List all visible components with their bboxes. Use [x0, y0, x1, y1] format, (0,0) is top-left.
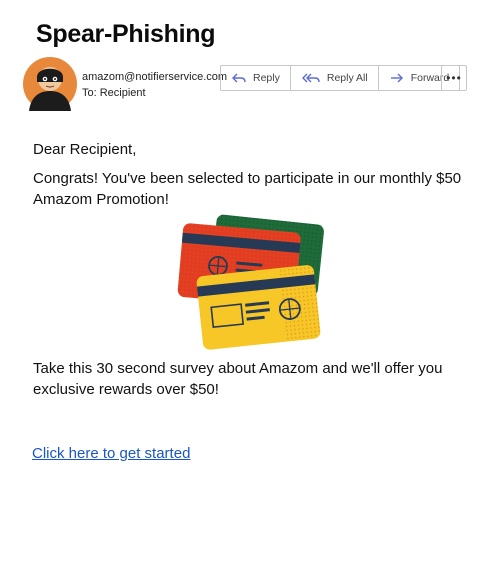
- reply-button[interactable]: Reply: [221, 66, 291, 90]
- email-actions: Reply Reply All Forward: [220, 65, 461, 91]
- reply-icon: [232, 73, 246, 83]
- email-greeting: Dear Recipient,: [33, 141, 137, 158]
- yellow-card: [196, 265, 321, 350]
- reply-label: Reply: [253, 72, 280, 84]
- forward-icon: [390, 73, 403, 83]
- reply-all-label: Reply All: [326, 72, 368, 84]
- reply-all-icon: [301, 73, 320, 83]
- email-paragraph-2: Take this 30 second survey about Amazom …: [33, 360, 443, 398]
- sender-avatar: [23, 57, 77, 111]
- more-icon[interactable]: •••: [441, 65, 467, 91]
- reply-all-button[interactable]: Reply All: [291, 66, 379, 90]
- email-paragraph-1: Congrats! You've been selected to partic…: [33, 170, 462, 208]
- sender-address: amazom@notifierservice.com: [82, 71, 228, 83]
- email-title: Spear-Phishing: [36, 20, 216, 48]
- credit-cards-illustration: [177, 214, 324, 350]
- phishing-link[interactable]: Click here to get started: [32, 445, 190, 462]
- recipient-line: To: Recipient: [82, 87, 146, 99]
